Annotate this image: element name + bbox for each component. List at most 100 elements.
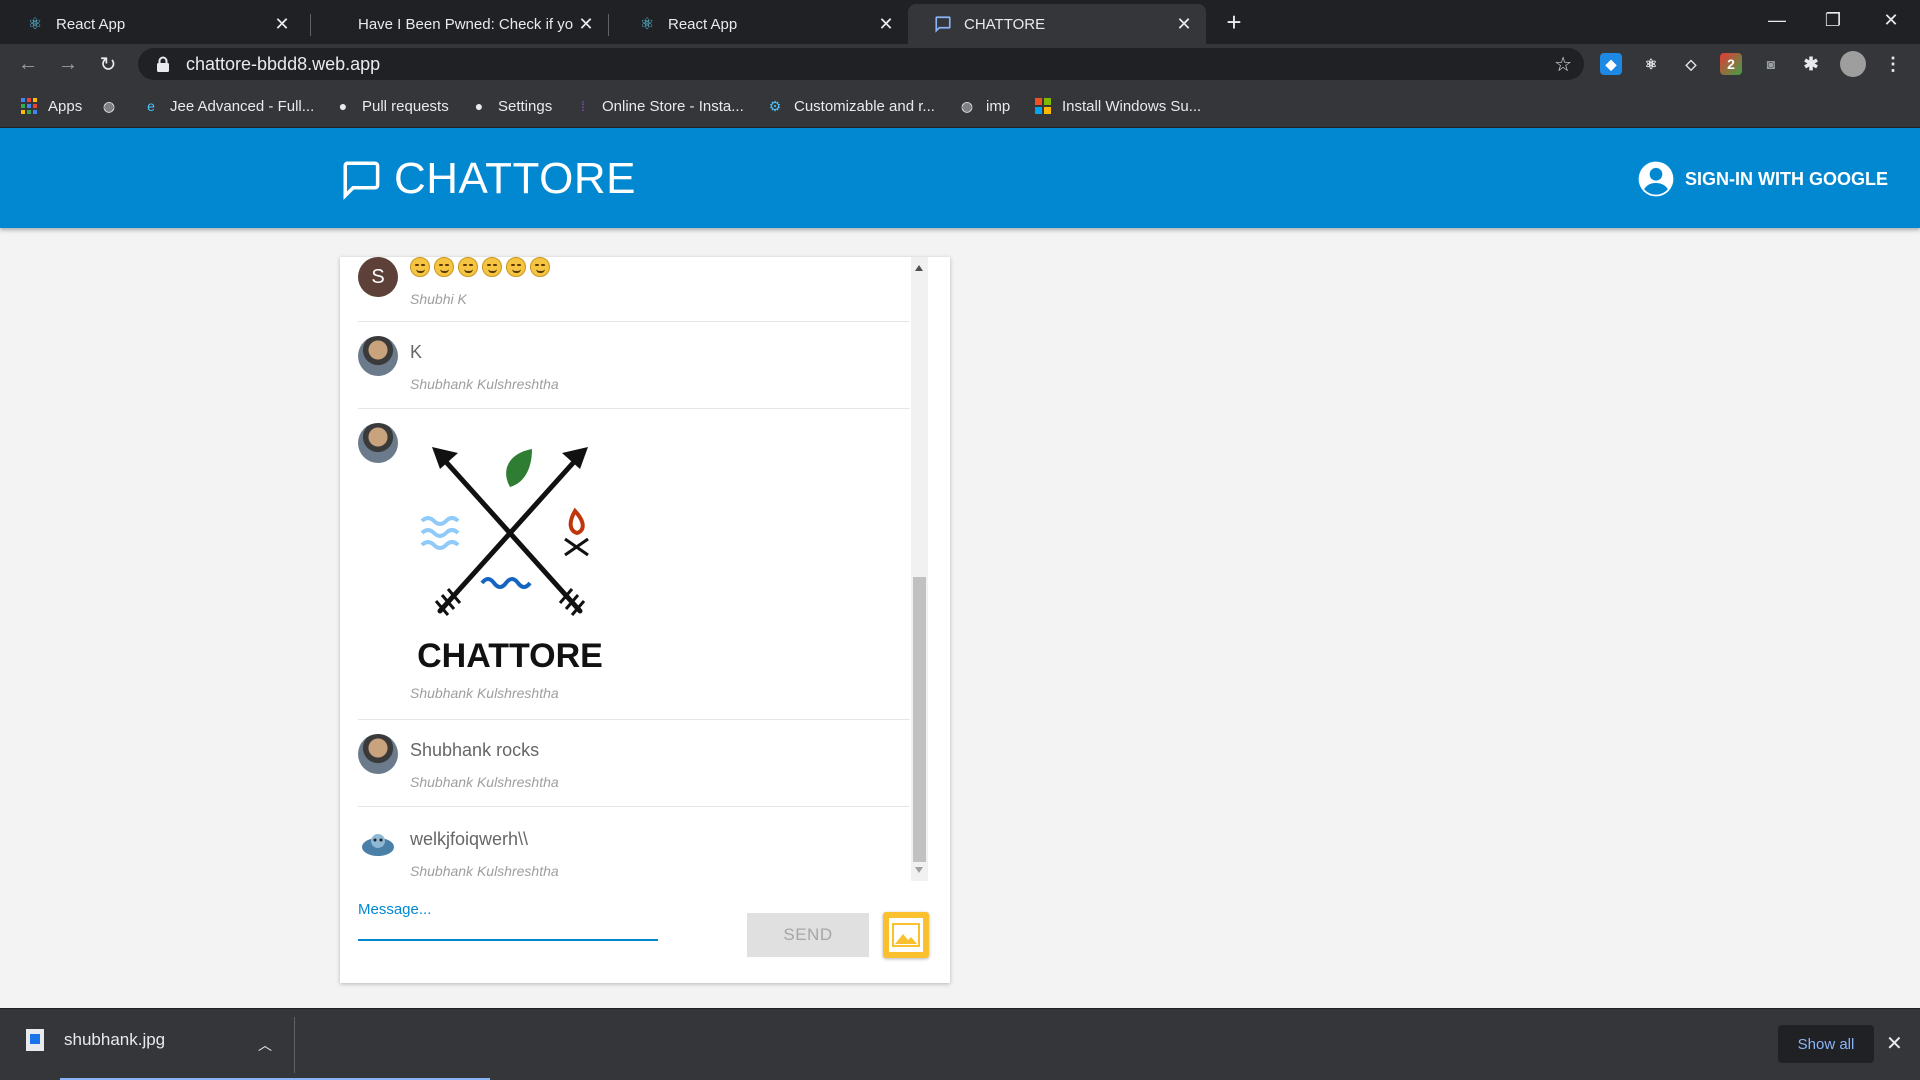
diamond-extension-icon[interactable]: ◇ <box>1680 53 1702 75</box>
account-circle-icon <box>1638 161 1674 197</box>
show-all-downloads-button[interactable]: Show all <box>1778 1025 1874 1063</box>
message-text: Shubhank rocks <box>410 740 540 760</box>
message-author: Shubhank Kulshreshtha <box>410 685 559 701</box>
bookmark-settings[interactable]: ● Settings <box>470 94 552 118</box>
number-two-extension-icon[interactable]: 2 <box>1720 53 1742 75</box>
download-filename: shubhank.jpg <box>64 1030 166 1049</box>
download-item[interactable]: shubhank.jpg <box>26 1029 165 1051</box>
bookmark-label: Customizable and r... <box>794 97 935 115</box>
react-devtools-icon[interactable]: ⚛ <box>1640 53 1662 75</box>
bookmark-customizable[interactable]: ⚙ Customizable and r... <box>766 94 935 118</box>
tab-chattore[interactable]: CHATTORE ✕ <box>908 4 1206 44</box>
minimize-button[interactable]: — <box>1752 0 1802 40</box>
tab-separator <box>310 14 311 36</box>
grinning-emoji-icon <box>530 257 550 277</box>
github-icon: ● <box>474 98 484 114</box>
star-bookmark-icon[interactable]: ☆ <box>1554 52 1572 77</box>
send-button[interactable]: SEND <box>747 913 869 957</box>
upload-image-button[interactable] <box>883 912 929 958</box>
kebab-menu-icon[interactable]: ⋮ <box>1882 53 1904 75</box>
globe-icon: ◍ <box>102 97 116 114</box>
message-author: Shubhank Kulshreshtha <box>410 863 559 879</box>
tab-react-app-2[interactable]: ⚛ React App ✕ <box>612 4 908 44</box>
bookmark-jee-advanced[interactable]: e Jee Advanced - Full... <box>142 94 314 118</box>
message-item: welkjfoiqwerh\\ Shubhank Kulshreshtha <box>358 807 910 881</box>
blank-page-icon <box>328 15 346 33</box>
tab-title: React App <box>668 15 738 33</box>
app-brand: CHATTORE <box>340 154 636 204</box>
camera-icon[interactable]: ◙ <box>1760 53 1782 75</box>
profile-avatar[interactable] <box>1840 51 1866 77</box>
new-tab-button[interactable]: + <box>1220 7 1248 37</box>
scroll-down-arrow-icon[interactable] <box>915 867 923 873</box>
chat-icon <box>934 15 952 33</box>
grinning-emoji-icon <box>410 257 430 277</box>
avatar <box>358 423 398 463</box>
grinning-emoji-icon <box>506 257 526 277</box>
apps-grid-icon <box>20 97 38 115</box>
message-list[interactable]: S Shubhi K K Shubhank Kulshreshtha CHATT… <box>340 257 928 881</box>
chevron-up-icon[interactable]: ︿ <box>258 1035 272 1055</box>
message-list-scrollbar[interactable] <box>911 257 928 881</box>
grinning-emoji-icon <box>434 257 454 277</box>
download-separator <box>294 1017 295 1073</box>
bookmark-pull-requests[interactable]: ● Pull requests <box>334 94 449 118</box>
bookmark-label: Apps <box>48 97 83 115</box>
message-text: welkjfoiqwerh\\ <box>410 829 529 849</box>
back-arrow-icon[interactable]: ← <box>14 50 42 78</box>
edge-icon: e <box>147 98 155 114</box>
restore-button[interactable]: ❐ <box>1808 0 1858 40</box>
github-icon: ● <box>338 98 348 114</box>
bookmark-imp[interactable]: ◍ imp <box>958 94 1010 118</box>
scroll-up-arrow-icon[interactable] <box>915 265 923 271</box>
tab-strip: ⚛ React App ✕ Have I Been Pwned: Check i… <box>0 0 1920 44</box>
tab-separator <box>608 14 609 36</box>
sign-in-label: SIGN-IN WITH GOOGLE <box>1685 168 1888 189</box>
message-author: Shubhank Kulshreshtha <box>410 376 559 392</box>
forward-arrow-icon[interactable]: → <box>54 50 82 78</box>
close-window-button[interactable]: ✕ <box>1866 0 1916 40</box>
close-icon[interactable]: ✕ <box>1886 1031 1903 1056</box>
chat-bubble-icon <box>343 161 380 200</box>
close-icon[interactable]: ✕ <box>1172 12 1196 36</box>
message-author: Shubhi K <box>410 291 467 307</box>
tab-have-i-been-pwned[interactable]: Have I Been Pwned: Check if your ✕ <box>316 4 608 44</box>
puzzle-extensions-icon[interactable]: ✱ <box>1800 53 1822 75</box>
browser-toolbar: ← → ↻ chattore-bbdd8.web.app ☆ ◆ ⚛ ◇ 2 ◙… <box>0 44 1920 84</box>
avatar: S <box>358 257 398 297</box>
grinning-emoji-icon <box>458 257 478 277</box>
message-item: K Shubhank Kulshreshtha <box>358 322 910 409</box>
avatar <box>358 825 398 865</box>
message-item: CHATTORE Shubhank Kulshreshtha <box>358 409 910 720</box>
bookmark-label: Jee Advanced - Full... <box>170 97 315 115</box>
sign-in-with-google-button[interactable]: SIGN-IN WITH GOOGLE <box>1637 160 1888 198</box>
bookmark-online-store[interactable]: ⁞ Online Store - Insta... <box>574 94 744 118</box>
lock-icon <box>156 56 170 72</box>
bookmark-install-windows[interactable]: Install Windows Su... <box>1034 94 1201 118</box>
image-icon <box>892 923 920 947</box>
app-header: CHATTORE SIGN-IN WITH GOOGLE <box>0 128 1920 228</box>
cartoon-avatar-icon <box>362 834 394 856</box>
bookmark-label: imp <box>986 97 1011 115</box>
grinning-emoji-icon <box>482 257 502 277</box>
cube-extension-icon[interactable]: ◆ <box>1600 53 1622 75</box>
windows-icon <box>1034 97 1052 115</box>
close-icon[interactable]: ✕ <box>874 12 898 36</box>
chattore-logo-image[interactable]: CHATTORE <box>410 425 610 677</box>
scrollbar-thumb[interactable] <box>913 577 926 862</box>
avatar-letter: S <box>371 265 385 288</box>
address-bar[interactable]: chattore-bbdd8.web.app ☆ <box>138 48 1584 80</box>
bookmark-apps[interactable]: Apps <box>20 94 82 118</box>
tab-react-app-1[interactable]: ⚛ React App ✕ <box>0 4 304 44</box>
close-icon[interactable]: ✕ <box>270 12 294 36</box>
close-icon[interactable]: ✕ <box>574 12 598 36</box>
bookmark-globe[interactable]: ◍ <box>100 94 128 118</box>
bookmarks-bar: Apps ◍ e Jee Advanced - Full... ● Pull r… <box>0 84 1920 128</box>
crossed-arrows-logo-icon: CHATTORE <box>417 447 603 675</box>
message-input[interactable] <box>358 895 658 941</box>
react-icon: ⚛ <box>27 16 43 33</box>
bookmark-label: Install Windows Su... <box>1062 97 1202 115</box>
reload-icon[interactable]: ↻ <box>94 50 122 78</box>
globe-icon: ◍ <box>960 97 974 114</box>
message-item: S Shubhi K <box>358 257 910 322</box>
